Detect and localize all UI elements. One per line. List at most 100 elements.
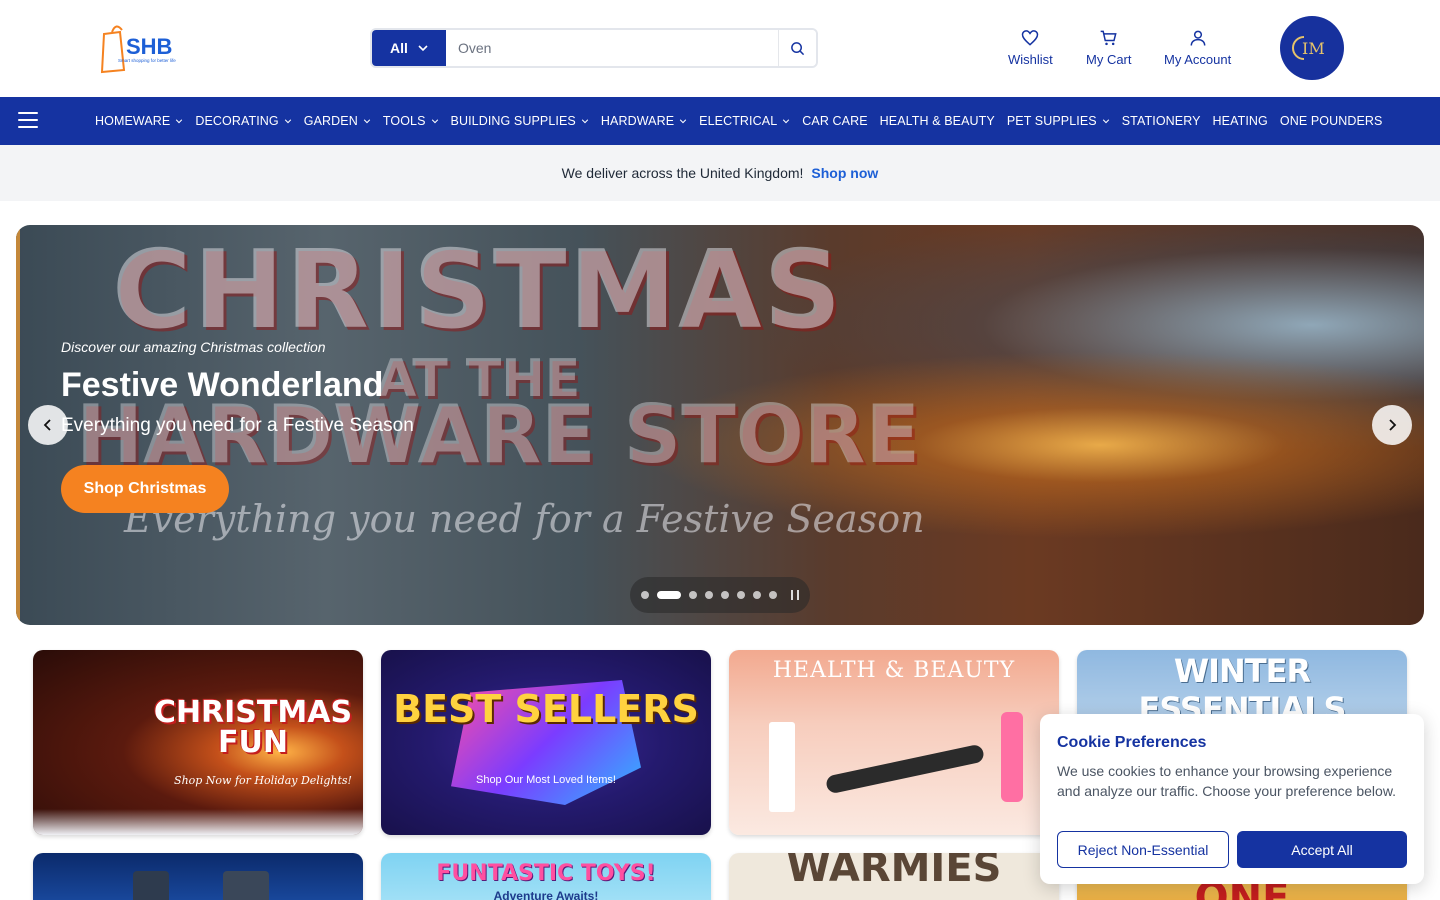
wishlist-link[interactable]: Wishlist bbox=[1008, 28, 1053, 67]
chevron-down-icon bbox=[284, 119, 291, 124]
tile-health-beauty-title: HEALTH & BEAUTY bbox=[772, 658, 1016, 683]
search-category-select[interactable]: All bbox=[372, 30, 446, 66]
main-nav: HOMEWARE DECORATING GARDEN TOOLS BUILDING SU… bbox=[0, 97, 1440, 145]
carousel-prev-button[interactable] bbox=[28, 405, 68, 445]
cookie-text: We use cookies to enhance your browsing … bbox=[1057, 763, 1397, 799]
tile-best-sellers-title: BEST SELLERS bbox=[393, 687, 699, 731]
carousel-dot[interactable] bbox=[753, 591, 761, 599]
nav-item-label: HEALTH & BEAUTY bbox=[879, 114, 995, 128]
nav-item-pet-supplies[interactable]: PET SUPPLIES bbox=[1001, 114, 1116, 128]
beauty-products bbox=[769, 712, 1023, 822]
nav-item-label: BUILDING SUPPLIES bbox=[450, 114, 576, 128]
tile-best-sellers[interactable]: BEST SELLERS Shop Our Most Loved Items! bbox=[381, 650, 711, 835]
search-icon bbox=[791, 41, 805, 55]
accept-cookies-button[interactable]: Accept All bbox=[1237, 831, 1407, 868]
carousel-dot[interactable] bbox=[721, 591, 729, 599]
heart-icon bbox=[1022, 30, 1039, 46]
cookie-consent-panel: Cookie Preferences We use cookies to enh… bbox=[1040, 714, 1424, 884]
tile-warmies[interactable]: WARMIES bbox=[729, 853, 1059, 900]
nav-item-label: ELECTRICAL bbox=[699, 114, 778, 128]
carousel-dot[interactable] bbox=[737, 591, 745, 599]
chevron-down-icon bbox=[363, 119, 371, 124]
reject-cookies-button[interactable]: Reject Non-Essential bbox=[1057, 831, 1229, 868]
nav-item-label: HOMEWARE bbox=[95, 114, 171, 128]
search-button[interactable] bbox=[778, 30, 816, 66]
carousel-pagination bbox=[630, 577, 810, 613]
cart-icon bbox=[1100, 30, 1117, 46]
hero-eyebrow: Discover our amazing Christmas collectio… bbox=[61, 339, 326, 355]
hero-title: Festive Wonderland bbox=[61, 366, 384, 404]
account-link[interactable]: My Account bbox=[1164, 28, 1231, 67]
logo-text: SHB bbox=[126, 34, 172, 59]
nav-item-decorating[interactable]: DECORATING bbox=[189, 114, 297, 128]
nav-item-heating[interactable]: HEATING bbox=[1207, 114, 1274, 128]
hero-bg-script: Everything you need for a Festive Season bbox=[124, 497, 925, 541]
carousel-next-button[interactable] bbox=[1372, 405, 1412, 445]
carousel-dot[interactable] bbox=[769, 591, 777, 599]
tile-christmas-fun-subtitle: Shop Now for Holiday Delights! bbox=[174, 774, 352, 787]
chevron-down-icon bbox=[176, 119, 183, 124]
partner-badge-text: IM bbox=[1302, 39, 1325, 58]
tile-christmas-fun[interactable]: CHRISTMAS FUN Shop Now for Holiday Delig… bbox=[33, 650, 363, 835]
nav-item-building-supplies[interactable]: BUILDING SUPPLIES bbox=[445, 114, 595, 128]
tile-health-beauty[interactable]: HEALTH & BEAUTY bbox=[729, 650, 1059, 835]
shop-christmas-button[interactable]: Shop Christmas bbox=[61, 465, 229, 513]
chevron-down-icon bbox=[581, 119, 589, 124]
nav-item-label: HEATING bbox=[1212, 114, 1268, 128]
logo-tagline: Smart shopping for better life bbox=[118, 58, 176, 63]
chevron-left-icon bbox=[43, 419, 51, 431]
search-input[interactable] bbox=[446, 30, 778, 66]
nav-item-label: HARDWARE bbox=[600, 114, 675, 128]
chevron-down-icon bbox=[679, 119, 687, 124]
tile-best-sellers-subtitle: Shop Our Most Loved Items! bbox=[475, 774, 616, 786]
site-header: SHB Smart shopping for better life All W… bbox=[0, 0, 1440, 97]
nav-item-label: STATIONERY bbox=[1121, 114, 1201, 128]
snow-ground bbox=[33, 809, 363, 835]
nav-items: HOMEWARE DECORATING GARDEN TOOLS BUILDING SU… bbox=[89, 97, 1389, 145]
tile-electronics[interactable] bbox=[33, 853, 363, 900]
nav-item-label: PET SUPPLIES bbox=[1006, 114, 1097, 128]
user-icon bbox=[1190, 30, 1206, 46]
tile-warmies-title: WARMIES bbox=[786, 853, 1002, 891]
hero-edge bbox=[16, 225, 20, 625]
chevron-down-icon bbox=[431, 119, 438, 124]
hero-bg-heading: CHRISTMAS bbox=[112, 228, 844, 353]
cookie-title: Cookie Preferences bbox=[1057, 734, 1207, 751]
nav-item-electrical[interactable]: ELECTRICAL bbox=[693, 114, 796, 128]
carousel-dot[interactable] bbox=[657, 591, 681, 599]
menu-icon[interactable] bbox=[18, 112, 38, 128]
carousel-dot[interactable] bbox=[705, 591, 713, 599]
search-bar: All bbox=[370, 28, 818, 68]
cart-link[interactable]: My Cart bbox=[1086, 28, 1132, 67]
hero-carousel: CHRISTMAS AT THE HARDWARE STORE Everythi… bbox=[16, 225, 1424, 625]
nav-item-health-beauty[interactable]: HEALTH & BEAUTY bbox=[874, 114, 1001, 128]
nav-item-car-care[interactable]: CAR CARE bbox=[796, 114, 873, 128]
partner-badge[interactable]: IM bbox=[1280, 16, 1344, 80]
search-category-label: All bbox=[390, 40, 408, 56]
nav-item-tools[interactable]: TOOLS bbox=[377, 114, 445, 128]
delivery-text: We deliver across the United Kingdom! bbox=[561, 165, 804, 181]
nav-item-homeware[interactable]: HOMEWARE bbox=[89, 114, 189, 128]
nav-item-one-pounders[interactable]: ONE POUNDERS bbox=[1274, 114, 1389, 128]
nav-item-stationery[interactable]: STATIONERY bbox=[1116, 114, 1207, 128]
nav-item-label: TOOLS bbox=[382, 114, 426, 128]
nav-item-label: GARDEN bbox=[303, 114, 358, 128]
wishlist-label: Wishlist bbox=[1008, 52, 1053, 67]
tile-funtastic-toys[interactable]: FUNTASTIC TOYS! Adventure Awaits! bbox=[381, 853, 711, 900]
nav-item-garden[interactable]: GARDEN bbox=[298, 114, 377, 128]
cart-label: My Cart bbox=[1086, 52, 1132, 67]
nav-item-label: CAR CARE bbox=[802, 114, 868, 128]
tile-funtastic-toys-title: FUNTASTIC TOYS! bbox=[436, 861, 656, 886]
chevron-down-icon bbox=[783, 119, 790, 124]
chevron-right-icon bbox=[1389, 419, 1397, 431]
nav-item-hardware[interactable]: HARDWARE bbox=[595, 114, 693, 128]
delivery-banner: We deliver across the United Kingdom! Sh… bbox=[0, 145, 1440, 201]
carousel-dot[interactable] bbox=[641, 591, 649, 599]
site-logo[interactable]: SHB Smart shopping for better life bbox=[98, 22, 180, 74]
nav-item-label: DECORATING bbox=[195, 114, 279, 128]
pause-icon[interactable] bbox=[791, 590, 799, 600]
carousel-dot[interactable] bbox=[689, 591, 697, 599]
chevron-down-icon bbox=[418, 45, 428, 52]
shop-now-link[interactable]: Shop now bbox=[811, 165, 878, 181]
chevron-down-icon bbox=[1102, 119, 1109, 124]
